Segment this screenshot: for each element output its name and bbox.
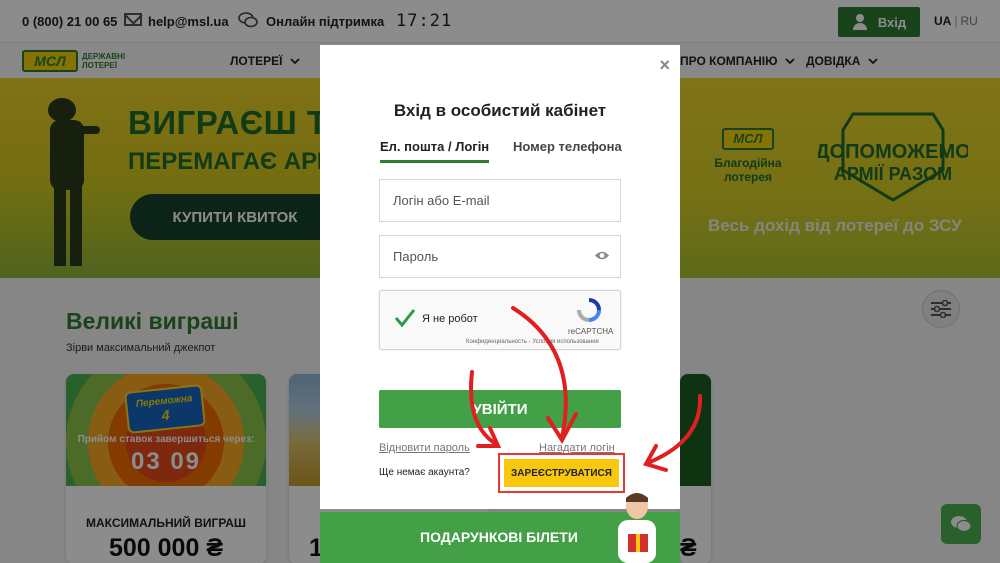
tab-email-login[interactable]: Ел. пошта / Логін <box>380 139 490 163</box>
restore-password-link[interactable]: Відновити пароль <box>379 442 470 454</box>
eye-icon[interactable] <box>594 250 610 261</box>
recaptcha-links[interactable]: Конфиденциальность - Условия использован… <box>466 339 599 345</box>
close-icon[interactable]: × <box>659 55 670 76</box>
gift-tickets-banner[interactable]: ПОДАРУНКОВІ БІЛЕТИ <box>320 493 680 563</box>
login-field[interactable]: Логін або E-mail <box>379 179 621 222</box>
recaptcha-widget: Я не робот reCAPTCHA Конфиденциальность … <box>379 290 621 350</box>
no-account-text: Ще немає акаунта? <box>379 467 470 478</box>
recaptcha-label: Я не робот <box>422 313 478 325</box>
gift-tickets-label: ПОДАРУНКОВІ БІЛЕТИ <box>420 529 578 545</box>
recaptcha-icon <box>577 298 601 322</box>
login-modal: × Вхід в особистий кабінет Ел. пошта / Л… <box>320 45 680 509</box>
person-with-gift-image <box>618 493 656 563</box>
register-button[interactable]: ЗАРЕЄСТРУВАТИСЯ <box>504 459 619 487</box>
recaptcha-brand: reCAPTCHA <box>568 327 614 336</box>
password-field[interactable]: Пароль <box>379 235 621 278</box>
submit-login-button[interactable]: УВІЙТИ <box>379 390 621 428</box>
checkmark-icon[interactable] <box>394 307 416 329</box>
tab-phone[interactable]: Номер телефона <box>513 139 622 154</box>
modal-title: Вхід в особистий кабінет <box>393 101 607 120</box>
password-placeholder: Пароль <box>393 249 439 264</box>
register-highlight: ЗАРЕЄСТРУВАТИСЯ <box>498 453 625 493</box>
